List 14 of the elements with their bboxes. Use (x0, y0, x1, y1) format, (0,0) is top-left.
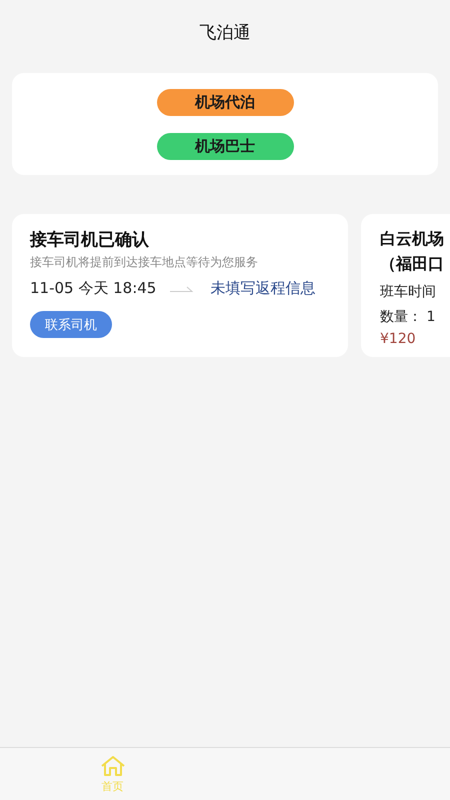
price-text: ¥120 (380, 331, 417, 347)
bus-time-label: 班车时间 (380, 283, 437, 301)
contact-driver-button[interactable]: 联系司机 (30, 311, 112, 338)
service-button[interactable]: 机场代泊 (156, 88, 294, 116)
service-button[interactable]: 机场巴士 (156, 132, 294, 160)
order-status: 接车司机已确认 (30, 229, 150, 251)
order-description: 接车司机将提前到达接车地点等待为您服务 (30, 254, 259, 271)
return-info-link[interactable]: 未填写返程信息 (210, 279, 316, 298)
app-title: 飞泊通 (200, 22, 250, 44)
pickup-time: 11-05 今天 18:45 (30, 279, 156, 298)
route-title: 白云机场 (380, 228, 445, 250)
quantity-text: 数量： 1 (380, 308, 436, 326)
route-subtitle: （福田口 (380, 253, 445, 275)
home-icon (100, 754, 126, 776)
